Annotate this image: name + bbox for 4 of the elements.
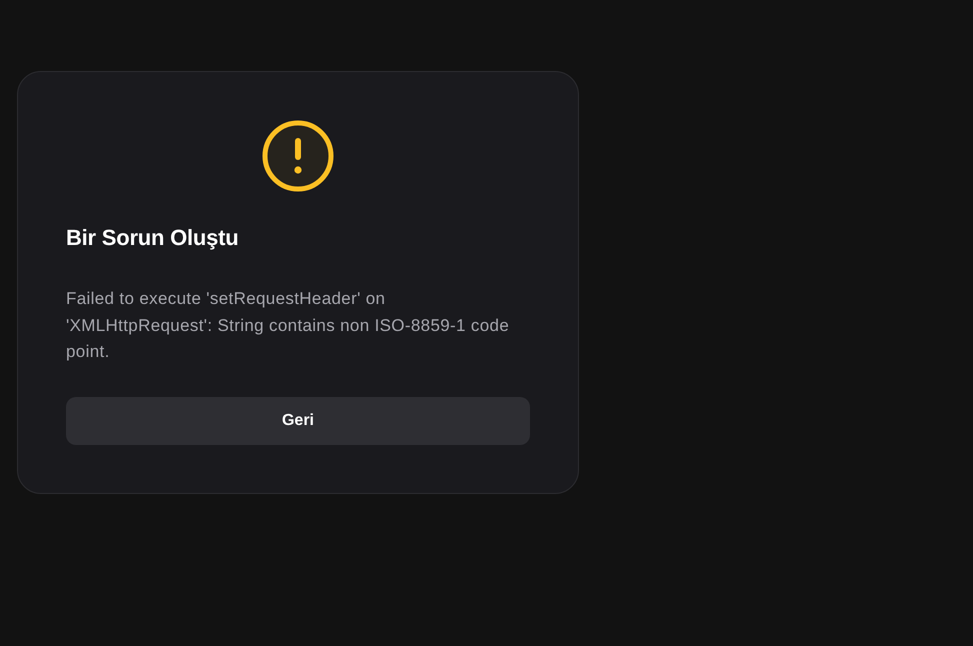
back-button[interactable]: Geri	[66, 396, 530, 444]
dialog-title: Bir Sorun Oluştu	[66, 224, 240, 252]
error-message: Failed to execute 'setRequestHeader' on 'XMLHttpRequest': String contains non ISO-8859-1 code point.	[66, 288, 510, 363]
warning-icon	[262, 120, 334, 192]
